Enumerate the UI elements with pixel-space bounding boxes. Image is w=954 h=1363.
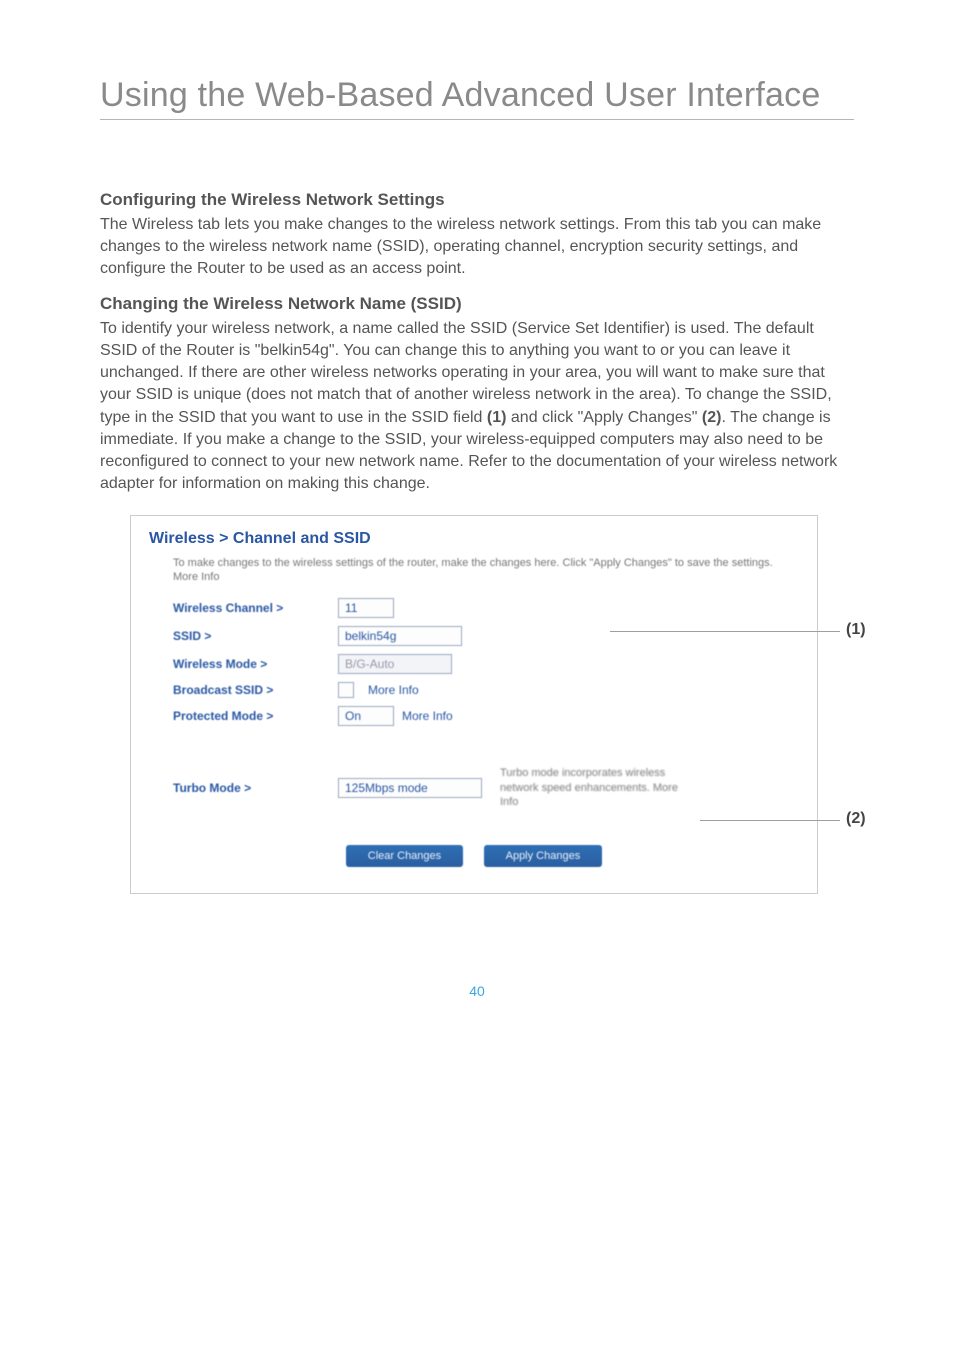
apply-changes-button[interactable]: Apply Changes: [484, 845, 603, 867]
turbo-description: Turbo mode incorporates wireless network…: [500, 766, 680, 809]
row-wireless-channel: Wireless Channel > 11: [173, 598, 799, 618]
callout-label-1: (1): [846, 621, 866, 639]
select-wireless-channel[interactable]: 11: [338, 598, 394, 618]
page-number: 40: [100, 983, 854, 999]
checkbox-broadcast-ssid[interactable]: [338, 682, 354, 698]
label-wireless-mode: Wireless Mode >: [173, 657, 338, 671]
link-pmode-more[interactable]: More Info: [402, 709, 453, 723]
label-ssid: SSID >: [173, 629, 338, 643]
label-protected-mode: Protected Mode >: [173, 709, 338, 723]
body-config: The Wireless tab lets you make changes t…: [100, 214, 854, 280]
marker-1-inline: (1): [487, 409, 507, 426]
select-turbo-mode[interactable]: 125Mbps mode: [338, 778, 482, 798]
callout-line-2: [700, 820, 840, 821]
heading-config: Configuring the Wireless Network Setting…: [100, 190, 854, 210]
title-rule: [100, 119, 854, 120]
label-broadcast-ssid: Broadcast SSID >: [173, 683, 338, 697]
clear-changes-button[interactable]: Clear Changes: [346, 845, 463, 867]
label-turbo-mode: Turbo Mode >: [173, 781, 338, 795]
row-broadcast-ssid: Broadcast SSID > More Info: [173, 682, 799, 698]
settings-panel: Wireless > Channel and SSID To make chan…: [130, 515, 818, 894]
body-ssid-mid: and click "Apply Changes": [506, 409, 701, 426]
page-title: Using the Web-Based Advanced User Interf…: [100, 76, 854, 115]
button-row: Clear Changes Apply Changes: [149, 845, 799, 867]
marker-2-inline: (2): [702, 409, 722, 426]
callout-line-1: [610, 631, 840, 632]
select-wireless-mode[interactable]: B/G-Auto: [338, 654, 452, 674]
link-bssid-more[interactable]: More Info: [368, 683, 419, 697]
row-turbo-mode: Turbo Mode > 125Mbps mode Turbo mode inc…: [173, 766, 799, 809]
heading-ssid: Changing the Wireless Network Name (SSID…: [100, 294, 854, 314]
panel-title: Wireless > Channel and SSID: [149, 530, 799, 548]
screenshot-figure: Wireless > Channel and SSID To make chan…: [100, 515, 854, 935]
select-protected-mode[interactable]: On: [338, 706, 394, 726]
body-ssid: To identify your wireless network, a nam…: [100, 318, 854, 495]
panel-description: To make changes to the wireless settings…: [173, 556, 799, 585]
callout-label-2: (2): [846, 810, 866, 828]
input-ssid[interactable]: belkin54g: [338, 626, 462, 646]
row-protected-mode: Protected Mode > On More Info: [173, 706, 799, 726]
row-wireless-mode: Wireless Mode > B/G-Auto: [173, 654, 799, 674]
label-wireless-channel: Wireless Channel >: [173, 601, 338, 615]
row-ssid: SSID > belkin54g: [173, 626, 799, 646]
